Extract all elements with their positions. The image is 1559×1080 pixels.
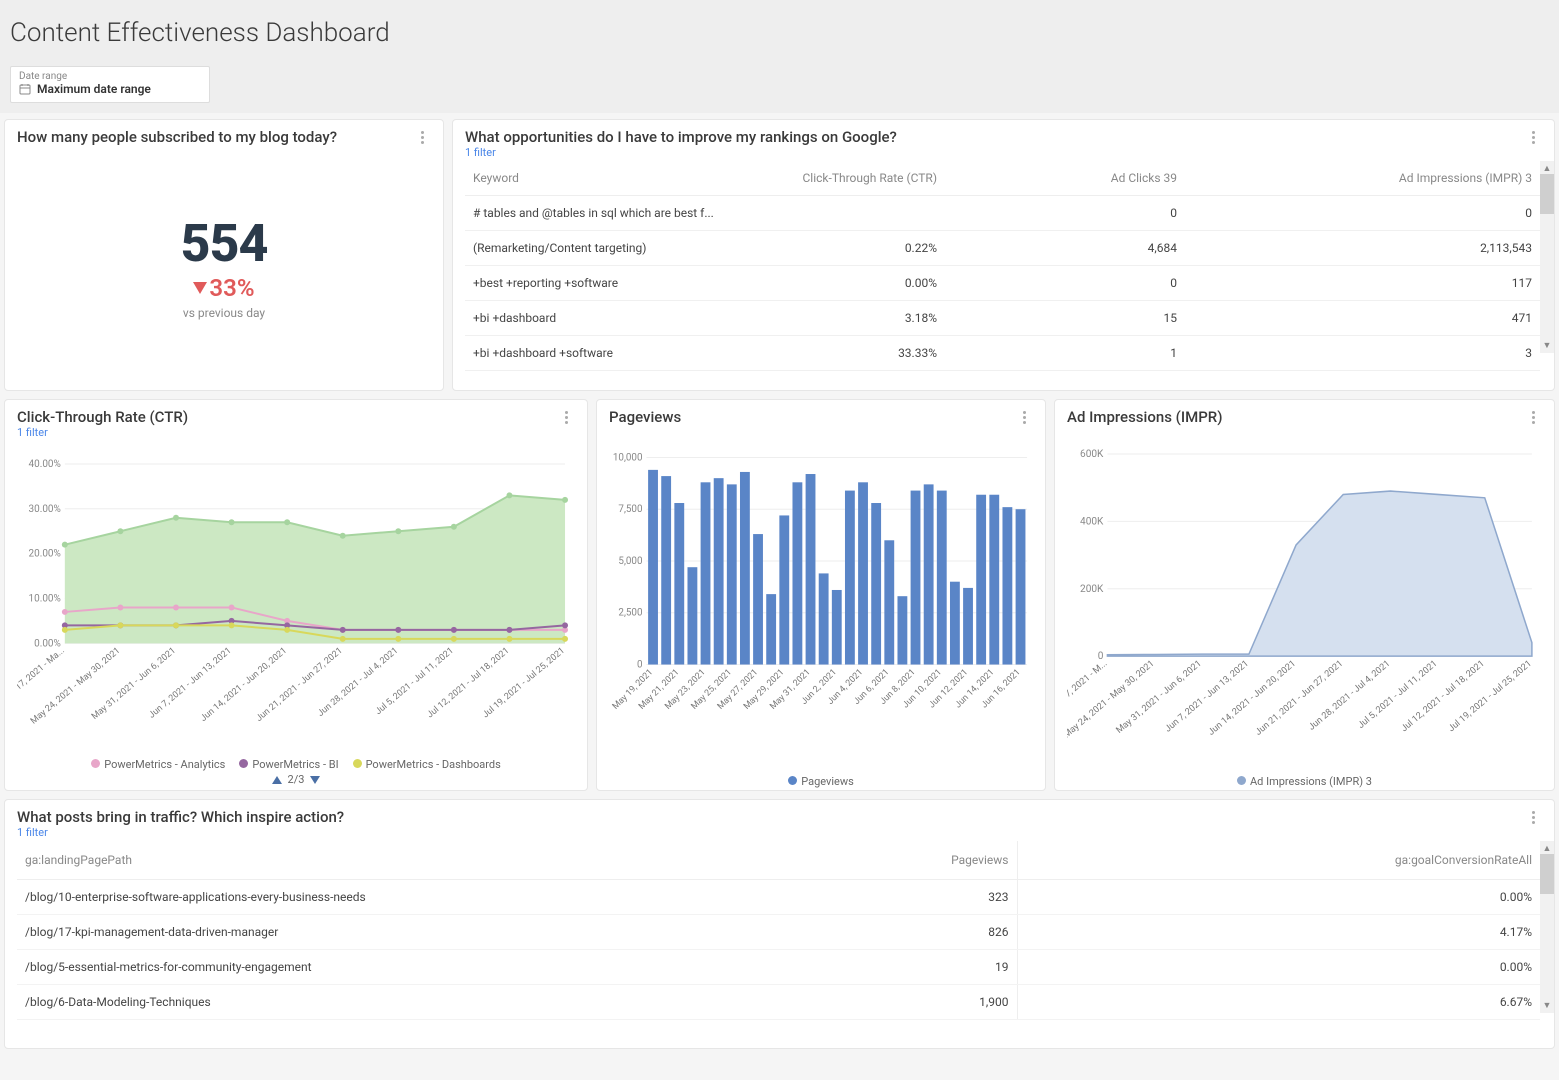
scroll-up-icon[interactable]: ▲ xyxy=(1543,843,1552,854)
table-row[interactable]: /blog/5-essential-metrics-for-community-… xyxy=(17,950,1540,985)
svg-text:Jul 19, 2021 - Jul 25, 2021: Jul 19, 2021 - Jul 25, 2021 xyxy=(1447,659,1534,734)
th-clicks[interactable]: Ad Clicks 39 xyxy=(945,161,1185,196)
svg-text:Jun 7, 2021 - Jun 13, 2021: Jun 7, 2021 - Jun 13, 2021 xyxy=(1163,659,1250,735)
svg-text:Jun 28, 2021 - Jul 4, 2021: Jun 28, 2021 - Jul 4, 2021 xyxy=(1307,659,1392,733)
legend-pager[interactable]: 2/3 xyxy=(5,773,587,790)
svg-text:7,500: 7,500 xyxy=(618,504,642,515)
svg-text:May 24, 2021 - May 30, 2021: May 24, 2021 - May 30, 2021 xyxy=(29,646,122,727)
svg-text:May 31, 2021 - Jun 6, 2021: May 31, 2021 - Jun 6, 2021 xyxy=(1115,659,1204,736)
th-landing-path[interactable]: ga:landingPagePath xyxy=(17,841,517,880)
scroll-thumb[interactable] xyxy=(1540,854,1554,894)
pager-up-icon[interactable] xyxy=(272,776,282,784)
posts-table: ga:landingPagePath Pageviews ga:goalConv… xyxy=(17,841,1540,1020)
th-pageviews[interactable]: Pageviews xyxy=(517,841,1017,880)
date-range-selector[interactable]: Date range Maximum date range xyxy=(10,66,210,103)
pageviews-chart-card: Pageviews 02,5005,0007,50010,000May 19, … xyxy=(596,399,1046,791)
svg-text:400K: 400K xyxy=(1080,516,1104,527)
opportunities-table: Keyword Click-Through Rate (CTR) Ad Clic… xyxy=(465,161,1540,371)
table-row[interactable]: # tables and @tables in sql which are be… xyxy=(465,196,1540,231)
scrollbar[interactable]: ▲ ▼ xyxy=(1540,841,1554,1013)
th-conversion[interactable]: ga:goalConversionRateAll xyxy=(1017,841,1540,880)
table-row[interactable]: /blog/10-enterprise-software-application… xyxy=(17,880,1540,915)
svg-text:Jun 21, 2021 - Jun 27, 2021: Jun 21, 2021 - Jun 27, 2021 xyxy=(1254,659,1345,738)
table-row[interactable]: +bi +dashboard +software33.33%13 xyxy=(465,336,1540,371)
svg-text:600K: 600K xyxy=(1080,449,1104,460)
filter-link[interactable]: 1 filter xyxy=(17,826,344,839)
svg-text:10.00%: 10.00% xyxy=(29,593,61,604)
kebab-icon[interactable] xyxy=(1015,408,1033,426)
filter-link[interactable]: 1 filter xyxy=(17,426,188,439)
posts-card: What posts bring in traffic? Which inspi… xyxy=(4,799,1555,1049)
date-range-label: Date range xyxy=(19,71,201,82)
card-title: Ad Impressions (IMPR) xyxy=(1067,408,1222,426)
dashboard-header: Content Effectiveness Dashboard Date ran… xyxy=(0,0,1559,113)
pageviews-chart: 02,5005,0007,50010,000May 19, 2021May 21… xyxy=(609,432,1033,759)
svg-text:40.00%: 40.00% xyxy=(29,459,61,470)
kebab-icon[interactable] xyxy=(1524,808,1542,826)
scroll-down-icon[interactable]: ▼ xyxy=(1543,340,1552,351)
svg-text:Jun 14, 2021 - Jun 20, 2021: Jun 14, 2021 - Jun 20, 2021 xyxy=(1207,659,1298,738)
svg-text:30.00%: 30.00% xyxy=(29,504,61,515)
kebab-icon[interactable] xyxy=(557,408,575,426)
ctr-legend: PowerMetrics - AnalyticsPowerMetrics - B… xyxy=(5,752,587,773)
pageviews-legend: Pageviews xyxy=(597,769,1045,790)
card-title: Pageviews xyxy=(609,408,681,426)
calendar-icon xyxy=(19,83,31,95)
kebab-icon[interactable] xyxy=(1524,128,1542,146)
svg-text:10,000: 10,000 xyxy=(613,452,643,463)
change-percent: 33% xyxy=(193,274,254,302)
scroll-up-icon[interactable]: ▲ xyxy=(1543,163,1552,174)
svg-text:Jul 12, 2021 - Jul 18, 2021: Jul 12, 2021 - Jul 18, 2021 xyxy=(1400,659,1487,734)
dashboard-title: Content Effectiveness Dashboard xyxy=(10,18,1549,48)
scroll-thumb[interactable] xyxy=(1540,174,1554,214)
ctr-chart-card: Click-Through Rate (CTR) 1 filter 0.00%1… xyxy=(4,399,588,791)
svg-text:5,000: 5,000 xyxy=(618,556,642,567)
svg-text:200K: 200K xyxy=(1080,584,1104,595)
card-title: Click-Through Rate (CTR) xyxy=(17,408,188,426)
svg-text:2,500: 2,500 xyxy=(618,608,642,619)
svg-text:20.00%: 20.00% xyxy=(29,549,61,560)
table-row[interactable]: +bi +dashboard3.18%15471 xyxy=(465,301,1540,336)
table-row[interactable]: +best +reporting +software0.00%0117 xyxy=(465,266,1540,301)
card-title: What posts bring in traffic? Which inspi… xyxy=(17,808,344,826)
impressions-chart-card: Ad Impressions (IMPR) 0200K400K600KMay 1… xyxy=(1054,399,1555,791)
svg-text:0: 0 xyxy=(637,659,643,670)
table-row[interactable]: /blog/17-kpi-management-data-driven-mana… xyxy=(17,915,1540,950)
th-ctr[interactable]: Click-Through Rate (CTR) xyxy=(725,161,945,196)
svg-text:May 24, 2021 - May 30, 2021: May 24, 2021 - May 30, 2021 xyxy=(1067,659,1157,741)
card-title: How many people subscribed to my blog to… xyxy=(17,128,337,146)
table-row[interactable]: /blog/6-Data-Modeling-Techniques1,9006.6… xyxy=(17,985,1540,1020)
card-title: What opportunities do I have to improve … xyxy=(465,128,897,146)
impressions-legend: Ad Impressions (IMPR) 3 xyxy=(1055,769,1554,790)
kebab-icon[interactable] xyxy=(413,128,431,146)
arrow-down-icon xyxy=(193,282,207,294)
filter-link[interactable]: 1 filter xyxy=(465,146,897,159)
table-row[interactable]: (Remarketing/Content targeting)0.22%4,68… xyxy=(465,231,1540,266)
impressions-chart: 0200K400K600KMay 17, 2021 - M...May 24, … xyxy=(1067,432,1542,759)
ctr-chart: 0.00%10.00%20.00%30.00%40.00%May 17, 202… xyxy=(17,445,575,742)
scroll-down-icon[interactable]: ▼ xyxy=(1543,1000,1552,1011)
comparison-label: vs previous day xyxy=(183,306,265,320)
kebab-icon[interactable] xyxy=(1524,408,1542,426)
subscribers-card: How many people subscribed to my blog to… xyxy=(4,119,444,391)
th-keyword[interactable]: Keyword xyxy=(465,161,725,196)
date-range-value: Maximum date range xyxy=(37,82,151,96)
opportunities-card: What opportunities do I have to improve … xyxy=(452,119,1555,391)
dashboard-body: How many people subscribed to my blog to… xyxy=(0,113,1559,1055)
svg-text:Jul 5, 2021 - Jul 11, 2021: Jul 5, 2021 - Jul 11, 2021 xyxy=(1356,659,1439,731)
pager-down-icon[interactable] xyxy=(310,776,320,784)
scrollbar[interactable]: ▲ ▼ xyxy=(1540,161,1554,353)
subscribers-value: 554 xyxy=(181,213,268,274)
th-impressions[interactable]: Ad Impressions (IMPR) 3 xyxy=(1185,161,1540,196)
